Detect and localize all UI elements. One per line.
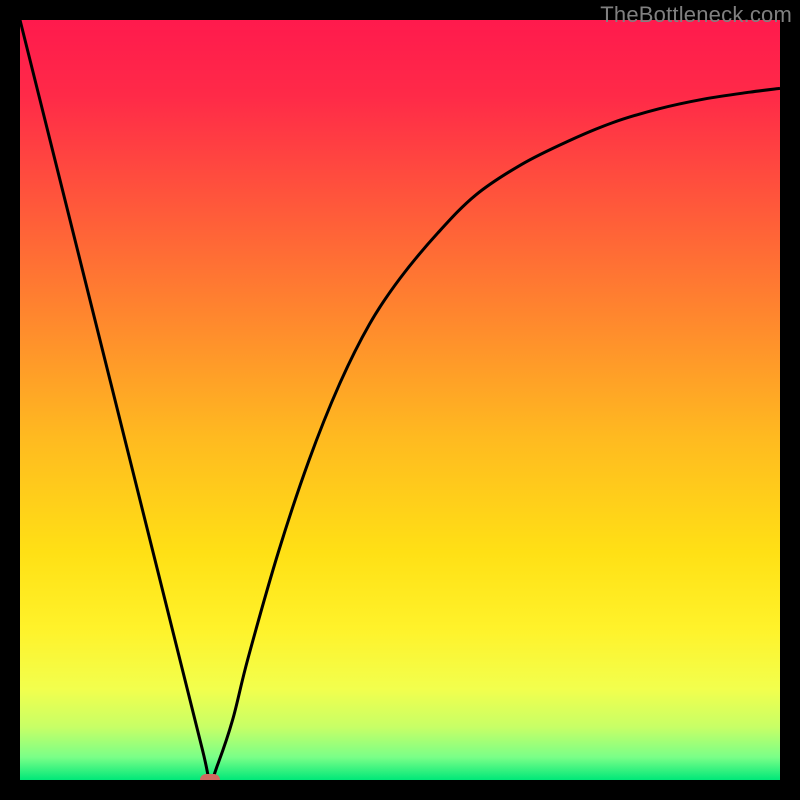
minimum-marker <box>200 774 220 780</box>
watermark-text: TheBottleneck.com <box>600 2 792 28</box>
plot-area <box>20 20 780 780</box>
chart-frame: TheBottleneck.com <box>0 0 800 800</box>
curve-layer <box>20 20 780 780</box>
bottleneck-curve <box>20 20 780 780</box>
